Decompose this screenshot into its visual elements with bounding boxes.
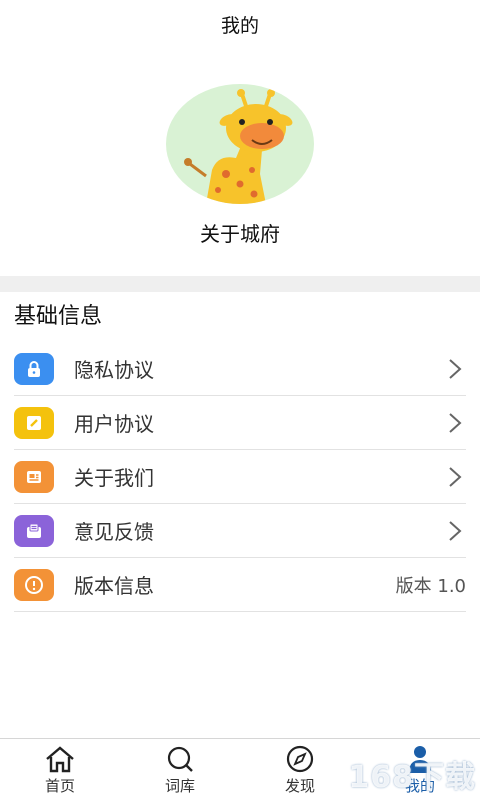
row-label: 关于我们 xyxy=(74,466,154,490)
row-label: 意见反馈 xyxy=(74,520,154,544)
profile-section: 关于城府 xyxy=(0,48,480,276)
settings-list: 隐私协议 用户协议 关于我们 意见反馈 版本信息 版本 1.0 xyxy=(0,342,480,612)
chevron-right-icon xyxy=(444,466,466,488)
info-card-icon xyxy=(14,460,54,493)
avatar[interactable] xyxy=(166,84,314,204)
tab-label: 发现 xyxy=(284,777,315,795)
tab-discover[interactable]: 发现 xyxy=(240,739,360,800)
profile-name: 关于城府 xyxy=(200,222,280,246)
tab-label: 词库 xyxy=(164,777,195,795)
home-icon xyxy=(46,746,74,773)
user-agreement-row[interactable]: 用户协议 xyxy=(14,396,466,450)
row-label: 隐私协议 xyxy=(74,358,154,382)
chevron-right-icon xyxy=(444,520,466,542)
row-label: 版本信息 xyxy=(74,574,154,598)
info-circle-icon xyxy=(14,568,54,601)
search-icon xyxy=(167,746,193,772)
edit-icon xyxy=(14,406,54,439)
version-info-row[interactable]: 版本信息 版本 1.0 xyxy=(14,558,466,612)
section-divider xyxy=(0,276,480,292)
tab-library[interactable]: 词库 xyxy=(120,739,240,800)
page-title: 我的 xyxy=(220,14,259,37)
tab-home[interactable]: 首页 xyxy=(0,739,120,800)
feedback-row[interactable]: 意见反馈 xyxy=(14,504,466,558)
about-us-row[interactable]: 关于我们 xyxy=(14,450,466,504)
section-title: 基础信息 xyxy=(14,304,103,329)
privacy-policy-row[interactable]: 隐私协议 xyxy=(14,342,466,396)
compass-icon xyxy=(286,745,314,773)
chevron-right-icon xyxy=(444,412,466,434)
giraffe-icon xyxy=(184,89,293,204)
chevron-right-icon xyxy=(444,358,466,380)
version-value: 版本 1.0 xyxy=(395,575,466,597)
top-bar: 我的 xyxy=(0,0,480,48)
tab-label: 首页 xyxy=(44,777,75,795)
mail-icon xyxy=(14,514,54,547)
row-label: 用户协议 xyxy=(74,412,154,436)
watermark-logo: 168下载 xyxy=(348,760,476,795)
lock-icon xyxy=(14,352,54,385)
